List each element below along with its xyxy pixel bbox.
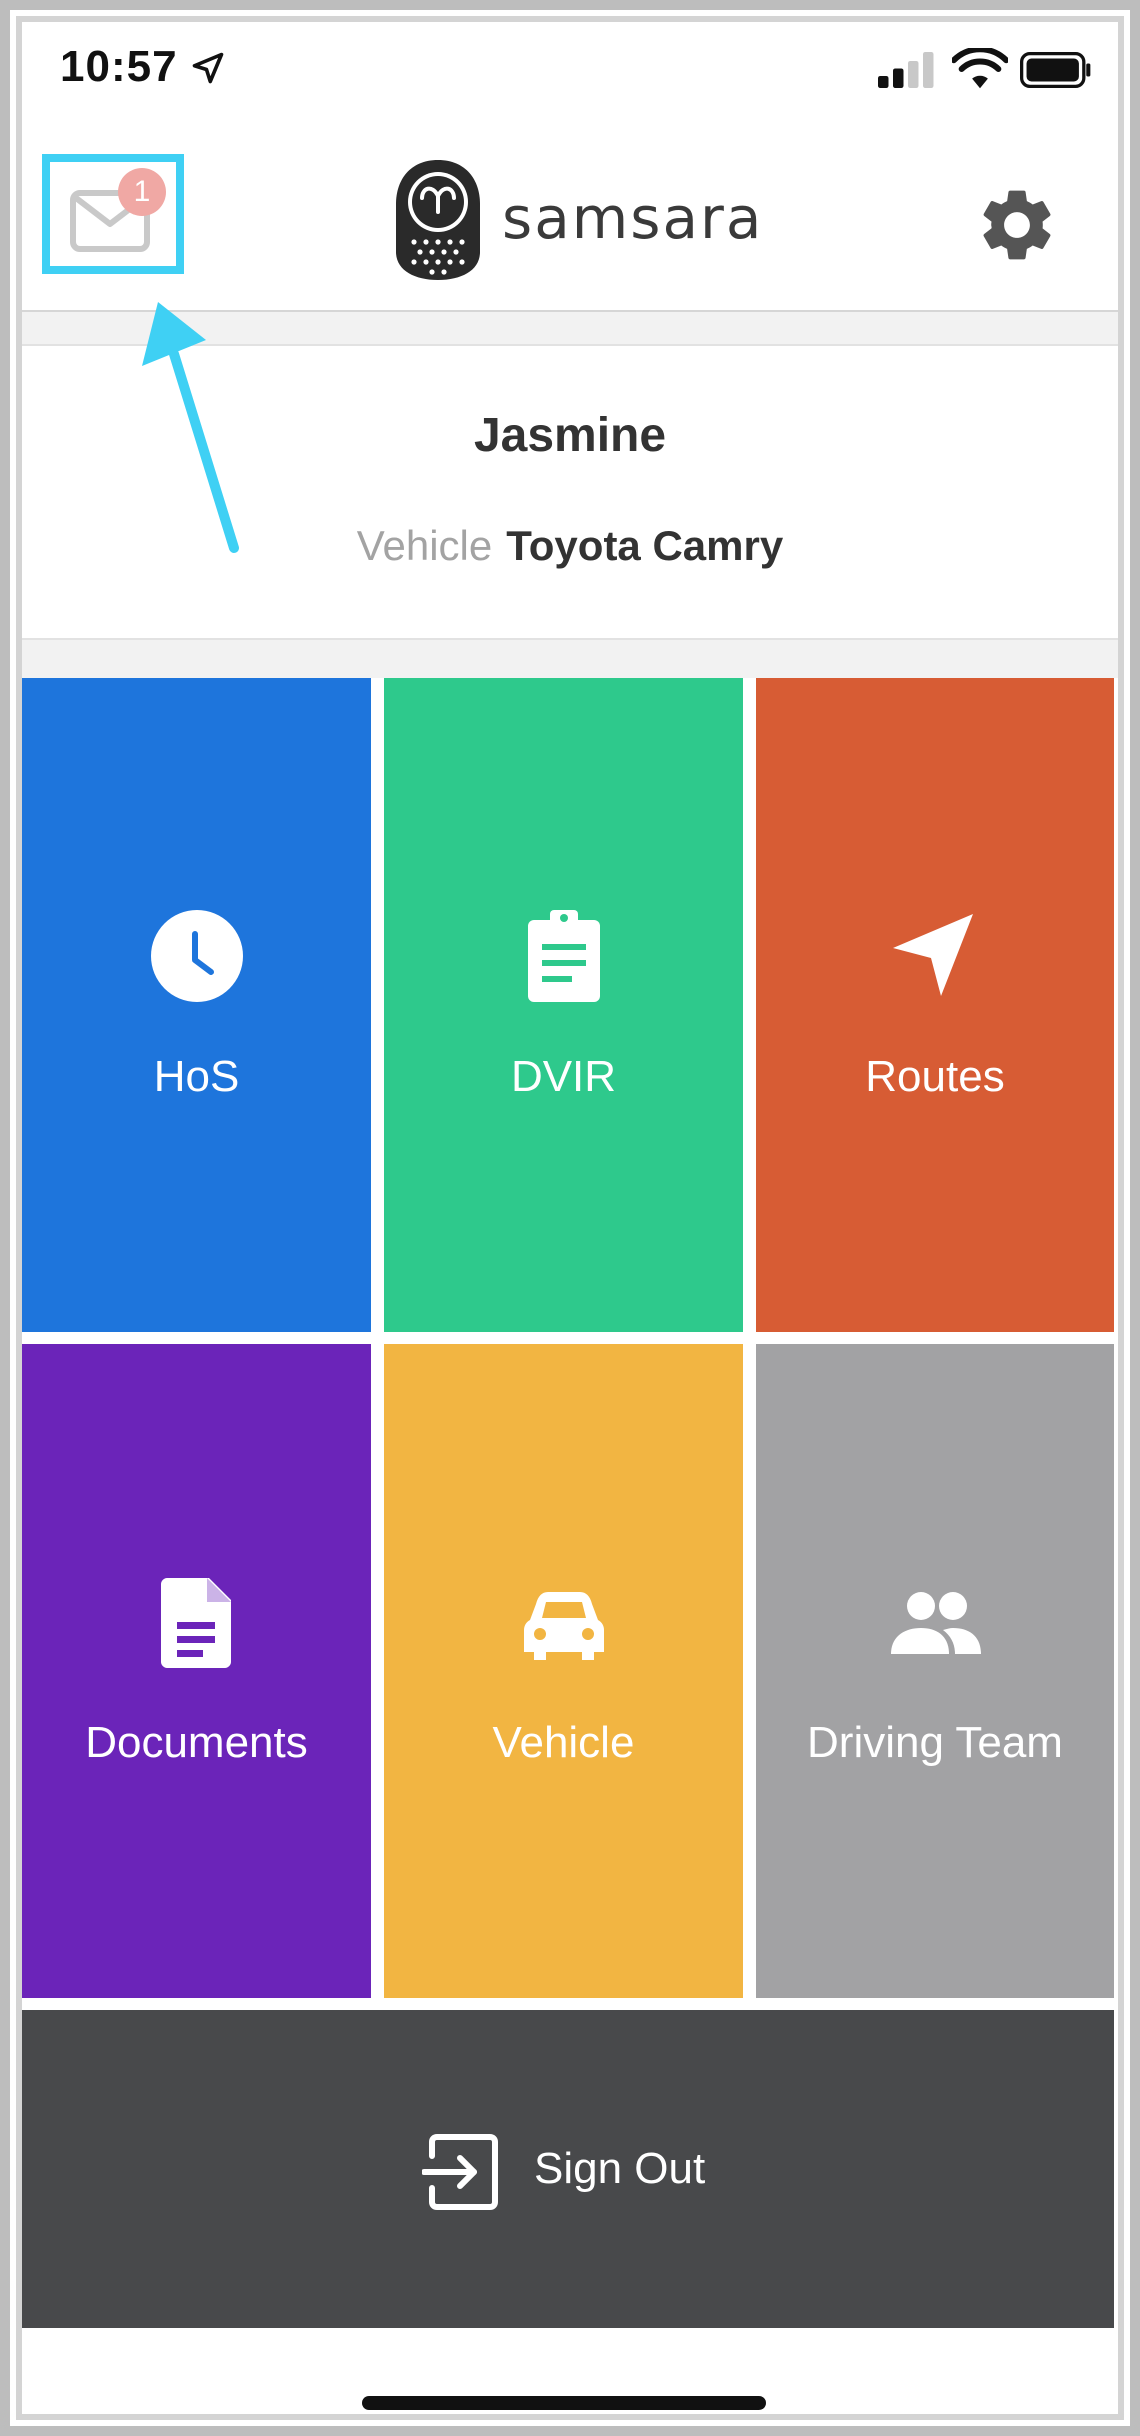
- samsara-logo: samsara: [392, 158, 772, 288]
- tile-label: HoS: [153, 1052, 240, 1101]
- tile-documents[interactable]: Documents: [22, 1344, 371, 1998]
- tile-label: Documents: [85, 1718, 308, 1767]
- cellular-signal-icon: [878, 52, 934, 88]
- wifi-icon: [952, 48, 1008, 89]
- tile-label: Vehicle: [492, 1718, 635, 1767]
- status-time: 10:57: [60, 42, 178, 91]
- sign-out-content: Sign Out: [422, 2134, 822, 2214]
- app-header: 1 samsara: [22, 140, 1118, 310]
- home-indicator: [362, 2396, 766, 2410]
- vehicle-value: Toyota Camry: [506, 522, 784, 569]
- section-gap: [22, 640, 1118, 678]
- vehicle-label: Vehicle: [356, 522, 493, 569]
- tile-dvir[interactable]: DVIR: [384, 678, 743, 1332]
- battery-icon: [1020, 52, 1091, 88]
- tile-label: DVIR: [510, 1052, 617, 1101]
- clipboard-icon: [527, 910, 600, 1002]
- annotation-arrow: [142, 302, 239, 553]
- sign-out-icon: [422, 2134, 498, 2210]
- sign-out-button[interactable]: Sign Out: [22, 2010, 1114, 2328]
- tile-vehicle[interactable]: Vehicle: [384, 1344, 743, 1998]
- tile-driving-team[interactable]: Driving Team: [756, 1344, 1114, 1998]
- tile-label: Routes: [865, 1052, 1005, 1101]
- owl-logo-icon: [396, 160, 480, 280]
- gear-icon[interactable]: [974, 182, 1060, 268]
- tile-routes[interactable]: Routes: [756, 678, 1114, 1332]
- location-arrow-icon: [192, 52, 224, 84]
- document-icon: [160, 1578, 231, 1668]
- unread-badge: 1: [118, 168, 166, 216]
- tile-hos[interactable]: HoS: [22, 678, 371, 1332]
- messages-button[interactable]: 1: [42, 154, 184, 274]
- status-bar: 10:57: [60, 38, 1091, 98]
- logo-wordmark: samsara: [502, 184, 764, 252]
- car-icon: [523, 1592, 604, 1660]
- navigation-icon: [893, 914, 973, 996]
- clock-icon: [150, 910, 243, 1002]
- people-icon: [891, 1592, 981, 1654]
- sign-out-label: Sign Out: [534, 2144, 706, 2193]
- tile-label: Driving Team: [807, 1718, 1063, 1767]
